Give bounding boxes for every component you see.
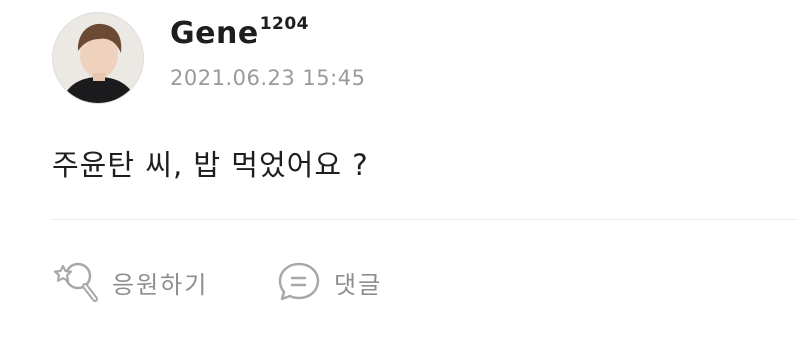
divider	[52, 219, 798, 220]
post-message: 주윤탄 씨, 밥 먹었어요 ?	[52, 148, 369, 182]
post-timestamp: 2021.06.23 15:45	[170, 66, 366, 90]
comment-label: 댓글	[334, 270, 383, 299]
cheer-button[interactable]: 응원하기	[52, 258, 208, 306]
speech-bubble-icon	[274, 258, 324, 306]
avatar-image	[53, 13, 143, 103]
username-text: Gene	[170, 16, 259, 51]
avatar[interactable]	[52, 12, 144, 104]
post-card: Gene1204 2021.06.23 15:45 주윤탄 씨, 밥 먹었어요 …	[0, 0, 798, 337]
magnifier-star-icon	[52, 258, 102, 306]
cheer-label: 응원하기	[112, 270, 209, 299]
comment-button[interactable]: 댓글	[274, 258, 382, 306]
username-suffix: 1204	[259, 14, 310, 34]
username[interactable]: Gene1204	[170, 14, 309, 51]
